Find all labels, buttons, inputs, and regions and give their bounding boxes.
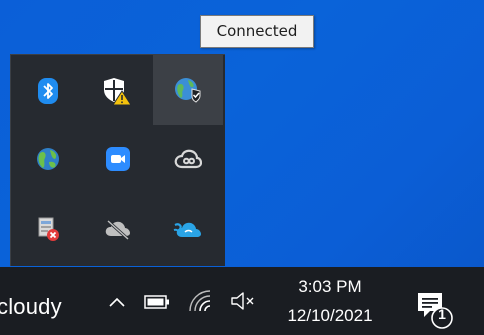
tray-item-onedrive[interactable] [83,195,153,263]
speaker-muted-icon [231,292,254,310]
globe-app-icon [37,148,59,170]
tray-item-cloud-storage[interactable] [153,195,223,263]
taskbar: cloudy 3:03 PM 12/10/2021 1 [0,267,484,335]
tray-item-app-error[interactable] [13,195,83,263]
app-error-badge-icon [38,217,59,241]
tray-item-windows-security[interactable] [83,57,153,125]
tooltip-text: Connected [216,22,298,40]
windows-security-warning-icon [104,78,132,106]
tray-item-creative-cloud[interactable] [153,125,223,193]
wifi-icon [189,290,211,312]
volume-button[interactable] [227,287,259,315]
bluetooth-icon [38,78,58,104]
tray-item-zoom[interactable] [83,125,153,193]
battery-button[interactable] [143,291,171,313]
vpn-globe-shield-icon [175,78,201,103]
action-center-button[interactable]: 1 [408,285,458,333]
weather-label[interactable]: cloudy [0,294,62,320]
network-button[interactable] [186,287,214,315]
onedrive-off-icon [105,219,130,240]
tray-item-bluetooth[interactable] [13,57,83,125]
show-hidden-icons-button[interactable] [105,291,129,313]
connected-tooltip: Connected [200,15,314,48]
creative-cloud-icon [174,149,202,169]
clock-time: 3:03 PM [298,277,362,296]
cloud-storage-icon [173,222,201,237]
battery-icon [144,295,169,309]
notification-count-badge: 1 [438,306,446,322]
hidden-icons-flyout [10,54,225,266]
clock-date: 12/10/2021 [287,306,373,325]
zoom-icon [106,147,130,171]
chevron-up-icon [109,297,125,307]
tray-item-vpn[interactable] [153,55,223,125]
tray-item-globe-app[interactable] [13,125,83,193]
desktop-background: Connected cloudy 3:03 PM 12/10/2021 1 [0,0,484,335]
taskbar-clock[interactable]: 3:03 PM 12/10/2021 [272,275,388,329]
